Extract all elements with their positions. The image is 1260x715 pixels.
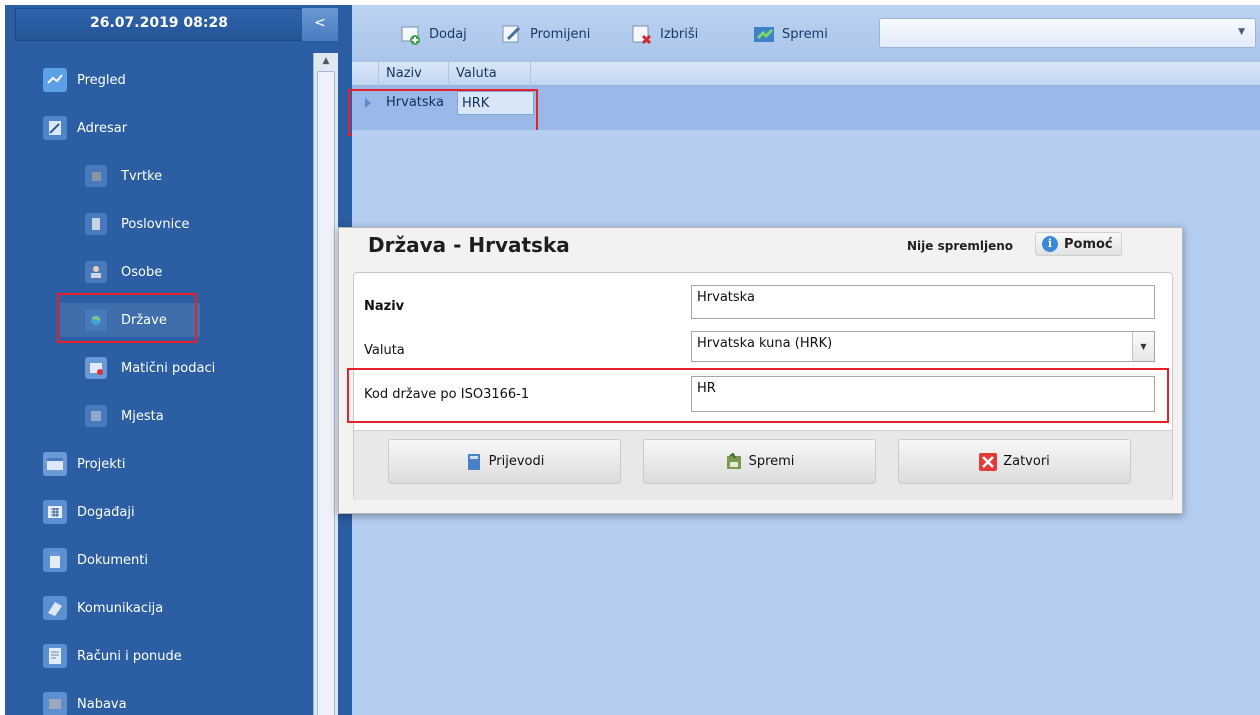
branches-icon — [85, 213, 107, 235]
sidebar-item-osobe[interactable]: Osobe — [85, 255, 162, 289]
grid-header: Naziv Valuta — [352, 62, 1260, 86]
save-icon — [752, 22, 776, 46]
sidebar-item-label: Mjesta — [121, 408, 164, 424]
sidebar-item-label: Osobe — [121, 264, 163, 280]
master-data-icon — [85, 357, 107, 379]
sidebar-item-label: Matični podaci — [121, 360, 216, 376]
scroll-thumb[interactable] — [317, 71, 335, 715]
edit-icon — [500, 22, 524, 46]
sidebar-item-label: Nabava — [77, 696, 127, 712]
sidebar-item-adresar[interactable]: Adresar — [43, 111, 127, 145]
sidebar-item-maticni-podaci[interactable]: Matični podaci — [85, 351, 215, 385]
translations-button[interactable]: Prijevodi — [388, 439, 621, 484]
country-dialog: Država - Hrvatska Nije spremljeno i Pomo… — [338, 227, 1183, 514]
datetime-display: 26.07.2019 08:28 — [15, 8, 303, 41]
save-button[interactable]: Spremi — [752, 19, 828, 49]
iso-code-field[interactable]: HR — [691, 376, 1155, 412]
globe-icon — [85, 309, 107, 331]
sidebar-item-label: Poslovnice — [121, 216, 190, 232]
sidebar-item-dogadaji[interactable]: Događaji — [43, 495, 135, 529]
name-field[interactable]: Hrvatska — [691, 285, 1155, 319]
book-icon — [465, 453, 483, 471]
close-icon — [979, 452, 998, 471]
overview-icon — [43, 68, 67, 92]
procurement-icon — [43, 692, 67, 715]
currency-label: Valuta — [364, 343, 405, 358]
name-label: Naziv — [364, 299, 405, 314]
cell-name[interactable]: Hrvatska — [386, 91, 444, 115]
sidebar-item-racuni-i-ponude[interactable]: Računi i ponude — [43, 639, 182, 673]
sidebar-item-pregled[interactable]: Pregled — [43, 63, 126, 97]
delete-icon — [630, 22, 654, 46]
sidebar-item-label: Dokumenti — [77, 552, 148, 568]
documents-icon — [43, 548, 67, 572]
sidebar-item-label: Računi i ponude — [77, 648, 182, 664]
sidebar-item-projekti[interactable]: Projekti — [43, 447, 125, 481]
currency-select[interactable]: Hrvatska kuna (HRK) ▼ — [691, 331, 1155, 362]
filter-dropdown[interactable]: ▼ — [879, 18, 1256, 48]
chevron-down-icon[interactable]: ▼ — [1132, 332, 1154, 361]
sidebar-item-label: Pregled — [77, 72, 126, 88]
chevron-down-icon[interactable]: ▼ — [1238, 27, 1245, 37]
sidebar-item-tvrtke[interactable]: Tvrtke — [85, 159, 162, 193]
form-panel: Naziv Hrvatska Valuta Hrvatska kuna (HRK… — [353, 272, 1173, 500]
places-icon — [85, 405, 107, 427]
sidebar-item-label: Komunikacija — [77, 600, 164, 616]
sidebar-item-label: Tvrtke — [121, 168, 163, 184]
info-icon: i — [1042, 236, 1058, 252]
dialog-footer: Prijevodi Spremi Zatvori — [354, 430, 1172, 500]
projects-icon — [43, 452, 67, 476]
save-status-text: Nije spremljeno — [907, 239, 1014, 253]
sidebar-item-dokumenti[interactable]: Dokumenti — [43, 543, 148, 577]
sidebar-item-mjesta[interactable]: Mjesta — [85, 399, 164, 433]
address-book-icon — [43, 116, 67, 140]
scroll-up-icon[interactable]: ▲ — [314, 53, 338, 69]
row-header-column — [352, 62, 379, 86]
column-header-valuta[interactable]: Valuta — [449, 62, 531, 86]
sidebar-item-label: Adresar — [77, 120, 128, 136]
close-button[interactable]: Zatvori — [898, 439, 1131, 484]
collapse-sidebar-button[interactable]: < — [302, 8, 338, 41]
dialog-save-button[interactable]: Spremi — [643, 439, 876, 484]
sidebar-scrollbar[interactable]: ▲ — [313, 53, 338, 715]
invoice-icon — [43, 644, 67, 668]
add-icon — [399, 22, 423, 46]
toolbar: Dodaj Promijeni Izbriši Spremi ▼ — [352, 5, 1260, 62]
sidebar: 26.07.2019 08:28 < Pregled Adresar Tvrtk… — [5, 5, 338, 715]
edit-button[interactable]: Promijeni — [500, 19, 590, 49]
delete-button[interactable]: Izbriši — [630, 19, 698, 49]
sidebar-item-drzave[interactable]: Države — [60, 303, 200, 337]
iso-code-label: Kod države po ISO3166-1 — [364, 387, 530, 402]
companies-icon — [85, 165, 107, 187]
persons-icon — [85, 261, 107, 283]
sidebar-item-nabava[interactable]: Nabava — [43, 687, 127, 715]
sidebar-item-label: Države — [121, 312, 167, 328]
sidebar-item-komunikacija[interactable]: Komunikacija — [43, 591, 163, 625]
help-button[interactable]: i Pomoć — [1035, 232, 1122, 256]
save-icon — [725, 452, 743, 471]
sidebar-item-poslovnice[interactable]: Poslovnice — [85, 207, 189, 241]
row-selected-marker-icon — [365, 98, 371, 108]
dialog-title: Država - Hrvatska — [368, 233, 570, 257]
sidebar-item-label: Događaji — [77, 504, 135, 520]
calendar-icon — [43, 500, 67, 524]
add-button[interactable]: Dodaj — [399, 19, 467, 49]
table-row[interactable]: Hrvatska HRK — [352, 86, 1260, 130]
column-header-naziv[interactable]: Naziv — [379, 62, 449, 86]
sidebar-item-label: Projekti — [77, 456, 126, 472]
cell-currency[interactable]: HRK — [457, 91, 534, 115]
phone-icon — [43, 596, 67, 620]
